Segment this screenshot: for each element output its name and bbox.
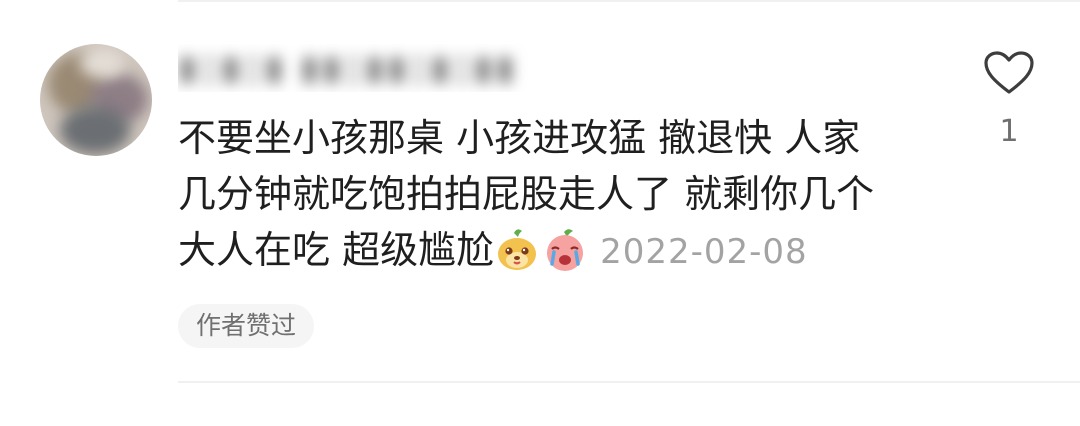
comment-date: 2022-02-08 xyxy=(600,232,808,272)
author-liked-badge: 作者赞过 xyxy=(178,304,315,348)
comment-line: 不要坐小孩那桌 小孩进攻猛 撤退快 人家 xyxy=(178,116,861,160)
crying-peach-emoji xyxy=(547,229,584,271)
bottom-divider xyxy=(178,381,1080,383)
comment-line: 几分钟就吃饱拍拍屁股走人了 就剩你几个 xyxy=(178,172,875,216)
avatar[interactable] xyxy=(40,44,152,156)
comment-line-last: 大人在吃 超级尴尬 2022-02-08 xyxy=(178,222,918,278)
dog-face-emoji xyxy=(498,229,537,270)
avatar-blur-part xyxy=(60,106,130,154)
heart-outline-icon[interactable] xyxy=(983,50,1035,96)
username-text: ▮▯▮▯▮ ▮▮▯▮▮▯▮▯▮▮ xyxy=(178,48,518,88)
like-count: 1 xyxy=(999,114,1019,149)
comment-line-text: 大人在吃 超级尴尬 xyxy=(178,228,495,272)
username-blurred[interactable]: ▮▯▮▯▮ ▮▮▯▮▮▯▮▯▮▮ xyxy=(178,44,570,92)
like-button[interactable]: 1 xyxy=(980,50,1038,149)
comment-content: 不要坐小孩那桌 小孩进攻猛 撤退快 人家 几分钟就吃饱拍拍屁股走人了 就剩你几个… xyxy=(178,110,918,278)
top-divider xyxy=(178,0,1080,2)
avatar-blur-part xyxy=(80,48,124,78)
